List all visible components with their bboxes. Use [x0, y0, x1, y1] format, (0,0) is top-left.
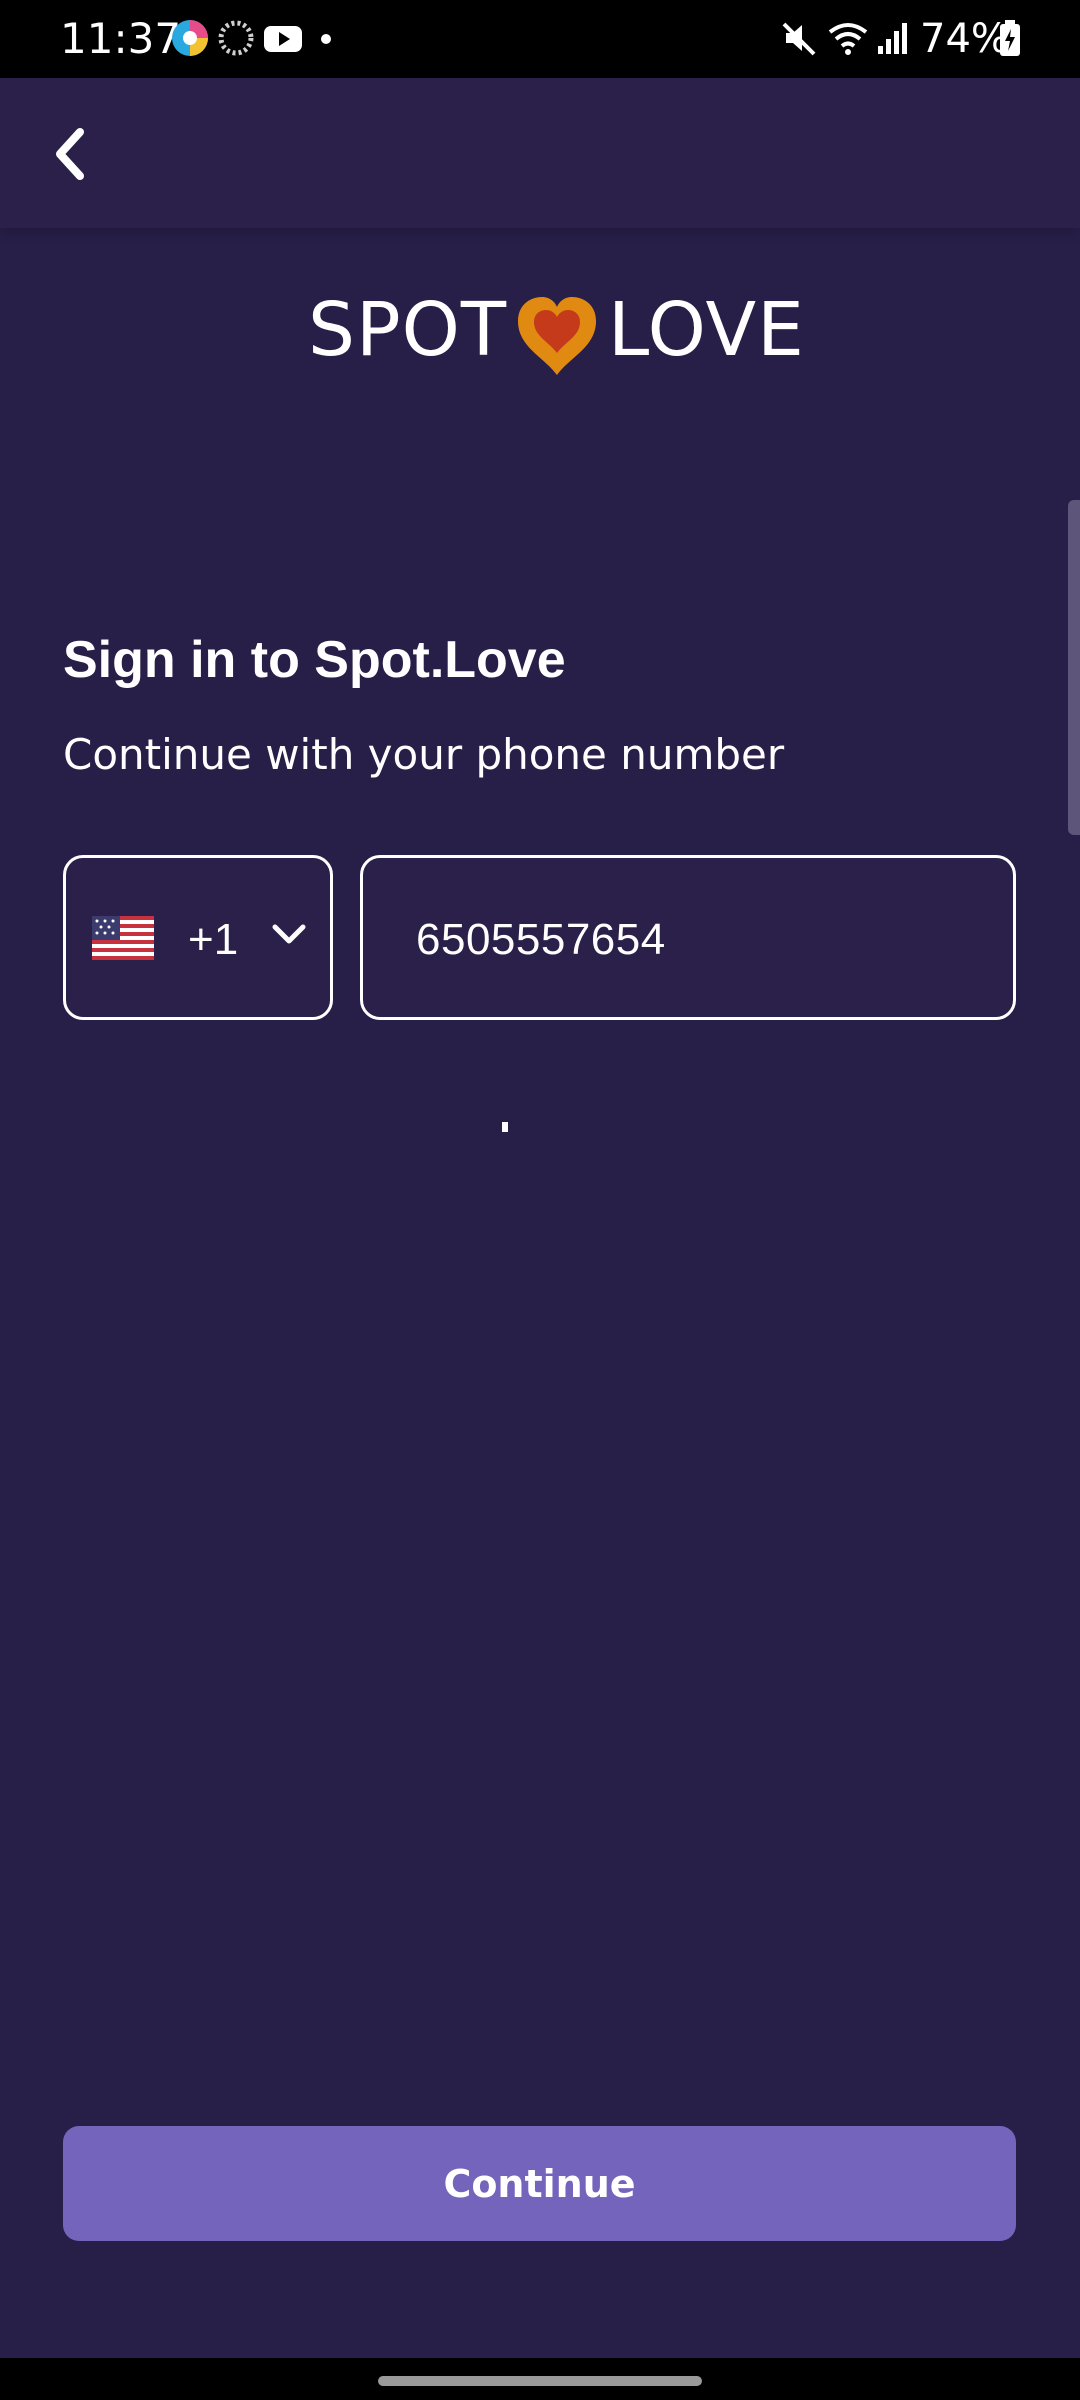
youtube-icon [262, 18, 304, 63]
loading-circle-icon [216, 18, 256, 63]
scrollbar[interactable] [1068, 500, 1080, 835]
spot-love-logo: SPOT LOVE [300, 285, 820, 385]
logo-text-spot: SPOT [308, 287, 508, 373]
navigation-bar [0, 2358, 1080, 2400]
back-button[interactable] [30, 114, 110, 194]
status-time: 11:37 [60, 14, 182, 63]
us-flag-icon [92, 916, 154, 965]
chevron-down-icon [271, 920, 307, 953]
battery-charging-icon [998, 18, 1022, 63]
loading-indicator [502, 1122, 508, 1132]
page-subtitle: Continue with your phone number [63, 730, 785, 779]
country-code-dropdown[interactable]: +1 [63, 855, 333, 1020]
chrome-like-app-icon [170, 18, 210, 63]
phone-number-value: 6505557654 [416, 915, 666, 964]
chevron-left-icon [56, 128, 84, 180]
app-bar [0, 78, 1080, 228]
battery-percentage: 74% [920, 16, 1009, 62]
signal-icon [876, 18, 910, 63]
page-title: Sign in to Spot.Love [63, 631, 566, 689]
status-bar: 11:37 74% [0, 0, 1080, 78]
heart-logo-icon [514, 295, 600, 382]
mute-icon [780, 18, 820, 63]
country-code-value: +1 [188, 915, 239, 964]
phone-number-input[interactable]: 6505557654 [360, 855, 1016, 1020]
notification-dot-icon [320, 32, 332, 50]
home-gesture-handle[interactable] [378, 2376, 702, 2386]
logo-text-love: LOVE [608, 287, 805, 373]
wifi-icon [826, 18, 870, 63]
continue-button[interactable]: Continue [63, 2126, 1016, 2241]
